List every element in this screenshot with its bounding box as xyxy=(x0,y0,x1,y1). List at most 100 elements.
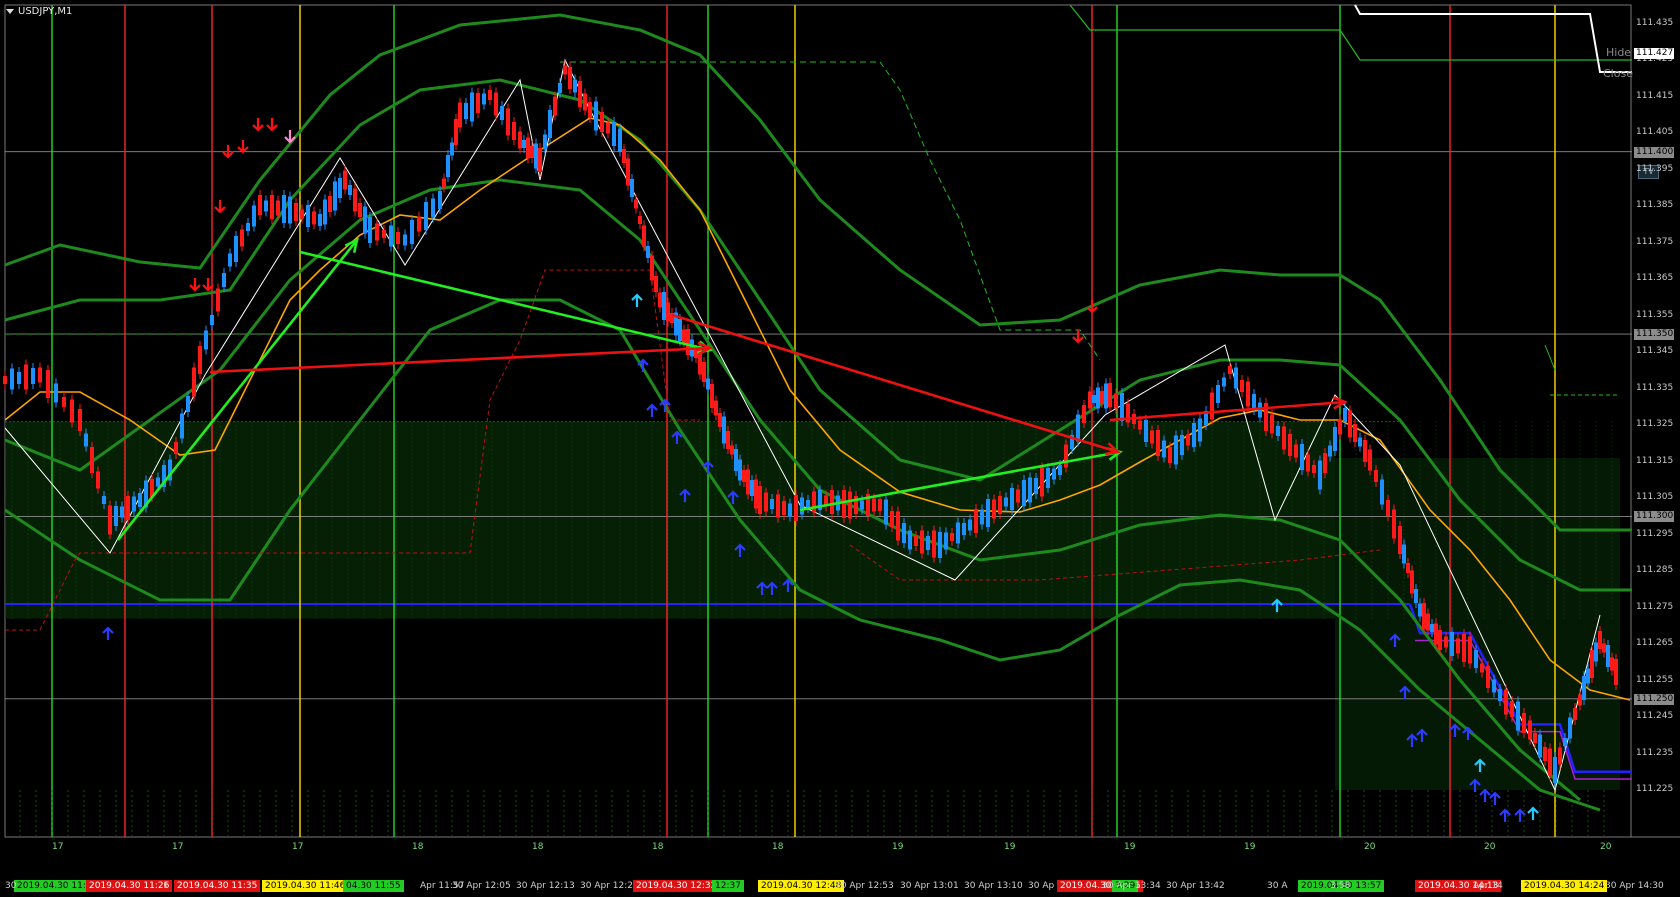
candle-body xyxy=(1040,467,1044,497)
candle-body xyxy=(974,509,978,533)
candle-body xyxy=(573,79,577,93)
candle-body xyxy=(1614,659,1618,685)
candle-body xyxy=(734,449,738,471)
candle-body xyxy=(1192,423,1196,447)
candle-body xyxy=(1538,734,1542,758)
chevron-down-icon[interactable] xyxy=(6,8,14,14)
hide-button[interactable]: Hide xyxy=(1606,46,1631,59)
candle-body xyxy=(782,501,786,515)
time-highlight-tag: 2019.04.30 12:48 xyxy=(758,880,845,892)
candle-body xyxy=(1052,468,1056,480)
candle-body xyxy=(464,103,468,119)
candle-body xyxy=(54,383,58,403)
candle-body xyxy=(108,505,112,535)
candle-body xyxy=(1528,720,1532,740)
candle-body xyxy=(446,155,450,177)
candle-body xyxy=(518,131,522,149)
candle-body xyxy=(800,497,804,515)
candle-body xyxy=(1462,634,1466,662)
price-tick-label: 111.335 xyxy=(1636,382,1674,393)
candle-body xyxy=(1096,387,1100,409)
candle-body xyxy=(962,523,966,535)
candle-body xyxy=(848,491,852,519)
candle-body xyxy=(258,195,262,215)
candle-body xyxy=(530,146,534,158)
candle-body xyxy=(764,492,768,512)
candle-body xyxy=(62,397,66,407)
candle-body xyxy=(968,519,972,531)
day-marker: 19 xyxy=(1124,842,1136,852)
day-marker: 18 xyxy=(772,842,784,852)
candle-body xyxy=(702,362,706,382)
candle-body xyxy=(666,302,670,322)
time-tick-label: 30 xyxy=(5,881,17,891)
candle-body xyxy=(438,191,442,209)
candle-body xyxy=(264,200,268,212)
candle-body xyxy=(538,148,542,172)
candle-body xyxy=(678,319,682,341)
candle-body xyxy=(950,533,954,541)
price-tick-label: 111.235 xyxy=(1636,747,1674,758)
candle-body xyxy=(270,195,274,219)
candle-body xyxy=(1578,694,1582,706)
day-marker: 18 xyxy=(652,842,664,852)
candle-body xyxy=(216,288,220,312)
candle-body xyxy=(1406,563,1410,573)
time-highlight-tag: 12:37 xyxy=(712,880,744,892)
candle-body xyxy=(726,431,730,449)
candle-body xyxy=(234,236,238,262)
candle-body xyxy=(548,110,552,138)
time-highlight-tag: 04.30 11:55 xyxy=(343,880,404,892)
candle-body xyxy=(1582,676,1586,700)
candle-body xyxy=(1553,757,1557,783)
candle-body xyxy=(1318,460,1322,490)
candle-body xyxy=(926,536,930,550)
candle-body xyxy=(312,211,316,225)
close-button[interactable]: Close xyxy=(1603,67,1633,80)
price-chart[interactable] xyxy=(0,0,1680,897)
candle-body xyxy=(470,92,474,122)
candle-body xyxy=(1104,383,1108,409)
candle-body xyxy=(10,368,14,390)
time-tick-label: 30 Apr 12:13 xyxy=(516,881,575,891)
candle-body xyxy=(46,370,50,398)
candle-body xyxy=(1120,393,1124,421)
candle-body xyxy=(403,234,407,246)
candle-body xyxy=(102,496,106,504)
candle-body xyxy=(186,396,190,412)
candle-body xyxy=(396,232,400,244)
candle-body xyxy=(812,491,816,513)
candle-body xyxy=(543,134,547,150)
candle-body xyxy=(1144,420,1148,442)
candle-body xyxy=(646,246,650,258)
candle-body xyxy=(1343,408,1347,422)
candle-body xyxy=(494,92,498,116)
candle-body xyxy=(914,536,918,546)
candle-body xyxy=(1422,603,1426,629)
candle-body xyxy=(240,229,244,247)
candle-body xyxy=(1046,468,1050,488)
candle-body xyxy=(31,368,35,384)
candle-body xyxy=(288,196,292,224)
time-tick-label: 30 Apr 13:42 xyxy=(1166,881,1225,891)
candle-body xyxy=(343,170,347,190)
price-level-box: 111.400 xyxy=(1634,146,1674,158)
candle-body xyxy=(600,112,604,132)
price-tick-label: 111.285 xyxy=(1636,565,1674,576)
candle-body xyxy=(1168,447,1172,463)
candle-body xyxy=(758,486,762,514)
candle-body xyxy=(1276,426,1280,436)
candle-body xyxy=(1414,589,1418,603)
price-tick-label: 111.365 xyxy=(1636,273,1674,284)
candle-body xyxy=(1100,391,1104,403)
chart-window[interactable]: USDJPY,M1 Hide Close TV 111.435 111.425 11… xyxy=(0,0,1680,897)
candle-body xyxy=(1430,624,1434,632)
price-tick-label: 111.345 xyxy=(1636,346,1674,357)
candle-body xyxy=(1563,738,1567,746)
candle-body xyxy=(1504,689,1508,715)
time-tick-label: 30 Apr 13:34 xyxy=(1102,881,1161,891)
candle-body xyxy=(694,350,698,358)
candle-body xyxy=(1306,454,1310,472)
price-level-box: 111.300 xyxy=(1634,511,1674,523)
candle-body xyxy=(698,345,702,375)
